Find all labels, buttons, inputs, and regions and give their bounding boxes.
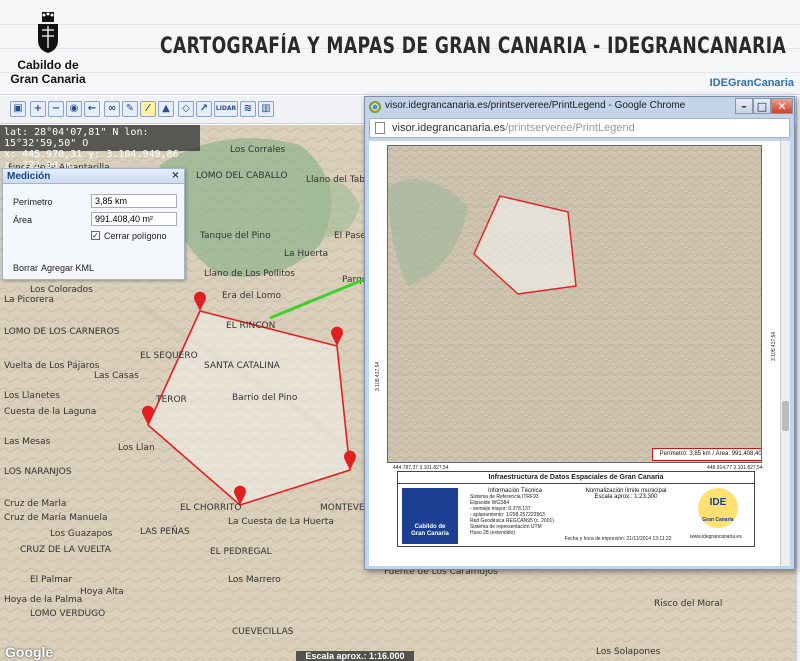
window-title: visor.idegrancanaria.es/printserveree/Pr… bbox=[385, 100, 686, 111]
print-coord-left: 3.105.417,54 bbox=[375, 361, 381, 391]
document-area[interactable]: Perímetro: 3,85 km / Área: 991.408,40 m²… bbox=[369, 141, 790, 566]
close-button[interactable]: ✕ bbox=[771, 98, 793, 114]
address-bar[interactable]: visor.idegrancanaria.es/printserveree/Pr… bbox=[369, 118, 790, 138]
cabildo-print-logo: Cabildo de Gran Canaria bbox=[402, 488, 458, 544]
print-coord-right: 3.105.417,54 bbox=[771, 331, 777, 361]
right-panel-edge bbox=[796, 96, 800, 661]
print-date: Fecha y hora de impresión: 21/11/2014 13… bbox=[564, 536, 672, 542]
print-cartouche: Infraestructura de Datos Espaciales de G… bbox=[397, 471, 755, 547]
print-map: Perímetro: 3,85 km / Área: 991.408,40 m² bbox=[387, 145, 762, 463]
cart-logo-line1: Cabildo de bbox=[414, 524, 446, 530]
info-line: Huso 28 (extendido) bbox=[470, 530, 516, 536]
ide-logo: IDE Gran Canaria bbox=[698, 488, 738, 528]
normalization-info: Normalización límite municipal Escala ap… bbox=[566, 488, 686, 500]
url-path: /printserveree/PrintLegend bbox=[505, 122, 635, 134]
document-scrollbar[interactable] bbox=[780, 141, 790, 566]
ide-url: www.idegrancanaria.es bbox=[690, 534, 742, 540]
technical-info: Información Técnica Sistema de Referenci… bbox=[470, 488, 560, 536]
url-host: visor.idegrancanaria.es bbox=[392, 122, 506, 134]
scroll-thumb[interactable] bbox=[782, 401, 789, 431]
print-scale: Escala aprox.: 1:23.300 bbox=[594, 494, 658, 500]
print-legend-window: visor.idegrancanaria.es/printserveree/Pr… bbox=[364, 96, 795, 570]
page-icon bbox=[375, 122, 385, 134]
chrome-icon bbox=[369, 101, 381, 113]
cartouche-title: Infraestructura de Datos Espaciales de G… bbox=[398, 472, 754, 484]
print-measure-legend: Perímetro: 3,85 km / Área: 991.408,40 m² bbox=[652, 448, 761, 461]
maximize-button[interactable]: □ bbox=[753, 98, 771, 114]
google-logo: Google bbox=[5, 644, 54, 660]
ide-logo-sub: Gran Canaria bbox=[702, 517, 734, 523]
scale-indicator: Escala aprox.: 1:16.000 bbox=[296, 651, 414, 661]
minimize-button[interactable]: – bbox=[735, 98, 753, 114]
ide-logo-text: IDE bbox=[709, 497, 727, 508]
cart-logo-line2: Gran Canaria bbox=[411, 531, 449, 537]
print-map-graphic bbox=[388, 146, 761, 462]
